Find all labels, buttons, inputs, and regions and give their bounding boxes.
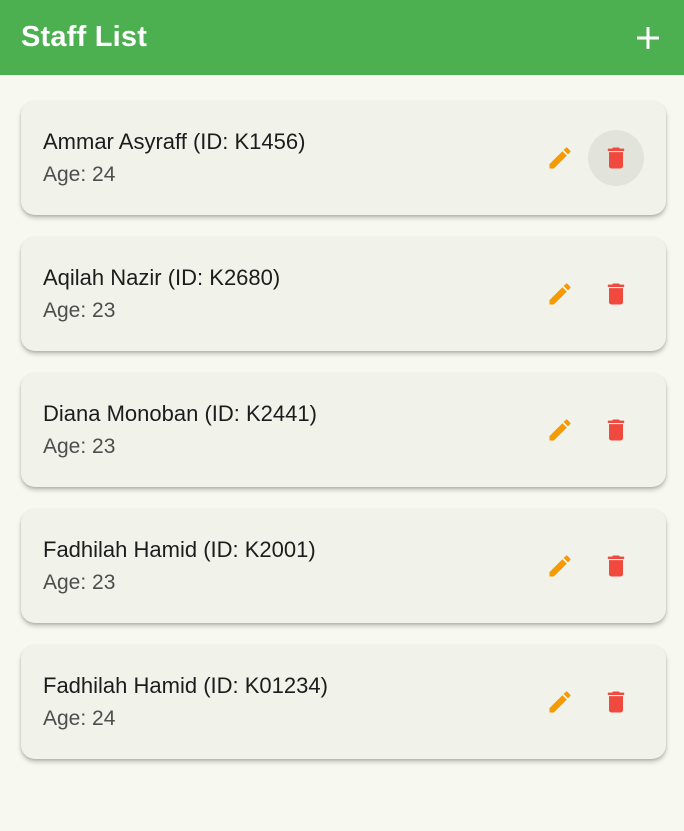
staff-name: Ammar Asyraff (ID: K1456)	[43, 128, 306, 154]
staff-card: Diana Monoban (ID: K2441) Age: 23	[21, 373, 666, 487]
delete-button[interactable]	[588, 538, 644, 594]
pencil-icon	[549, 147, 571, 169]
staff-age: Age: 24	[43, 162, 116, 186]
staff-card: Aqilah Nazir (ID: K2680) Age: 23	[21, 237, 666, 351]
edit-button[interactable]	[532, 130, 588, 186]
staff-age: Age: 23	[43, 434, 116, 458]
delete-button[interactable]	[588, 402, 644, 458]
trash-icon	[607, 283, 625, 305]
staff-name: Fadhilah Hamid (ID: K2001)	[43, 536, 316, 562]
staff-card: Ammar Asyraff (ID: K1456) Age: 24	[21, 101, 666, 215]
pencil-icon	[549, 555, 571, 577]
delete-button[interactable]	[588, 674, 644, 730]
staff-name: Diana Monoban (ID: K2441)	[43, 400, 317, 426]
pencil-icon	[549, 419, 571, 441]
staff-name: Aqilah Nazir (ID: K2680)	[43, 264, 281, 290]
edit-button[interactable]	[532, 266, 588, 322]
trash-icon	[607, 147, 625, 169]
staff-age: Age: 24	[43, 706, 116, 730]
app-bar: Staff List	[0, 0, 684, 75]
staff-name: Fadhilah Hamid (ID: K01234)	[43, 672, 328, 698]
staff-list: Ammar Asyraff (ID: K1456) Age: 24 Aqilah…	[0, 75, 684, 759]
delete-button[interactable]	[588, 130, 644, 186]
edit-button[interactable]	[532, 538, 588, 594]
delete-button[interactable]	[588, 266, 644, 322]
pencil-icon	[549, 283, 571, 305]
staff-age: Age: 23	[43, 570, 116, 594]
plus-icon	[637, 26, 659, 49]
staff-age: Age: 23	[43, 298, 116, 322]
page-title: Staff List	[21, 21, 148, 53]
trash-icon	[607, 555, 625, 577]
trash-icon	[607, 691, 625, 713]
trash-icon	[607, 419, 625, 441]
edit-button[interactable]	[532, 674, 588, 730]
staff-card: Fadhilah Hamid (ID: K2001) Age: 23	[21, 509, 666, 623]
pencil-icon	[549, 691, 571, 713]
edit-button[interactable]	[532, 402, 588, 458]
staff-card: Fadhilah Hamid (ID: K01234) Age: 24	[21, 645, 666, 759]
add-staff-button[interactable]	[624, 14, 672, 62]
